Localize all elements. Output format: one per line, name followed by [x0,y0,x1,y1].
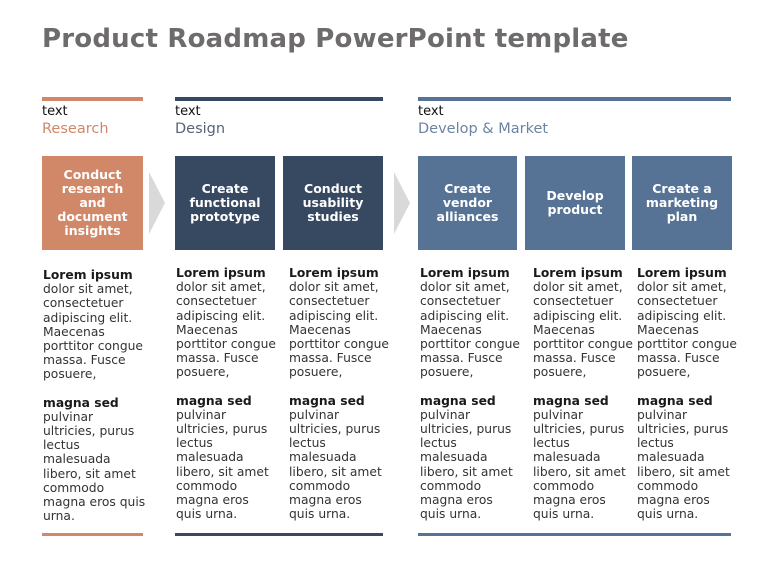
description-heading: magna sed [420,393,496,408]
research-small-label: text [42,104,68,119]
develop-bottom-bar [418,533,731,536]
description-body: pulvinar ultricies, purus lectus malesua… [533,407,626,522]
description-heading: Lorem ipsum [637,266,727,280]
slide-title: Product Roadmap PowerPoint template [42,24,629,54]
description-heading: magna sed [533,393,609,408]
design-phase-name: Design [175,121,226,137]
step-description-vendor: Lorem ipsum dolor sit amet, consectetuer… [420,266,520,521]
develop-small-label: text [418,104,444,119]
step-description-marketing: Lorem ipsum dolor sit amet, consectetuer… [637,266,737,521]
description-body: dolor sit amet, consectetuer adipiscing … [176,280,276,380]
step-box-research: Conduct research and document insights [42,156,143,250]
research-bottom-bar [42,533,143,536]
description-body: dolor sit amet, consectetuer adipiscing … [637,280,737,380]
design-small-label: text [175,104,201,119]
description-heading: magna sed [637,393,713,408]
design-top-bar [175,97,383,101]
description-heading: Lorem ipsum [289,266,379,280]
description-heading: Lorem ipsum [43,268,133,282]
step-description-prototype: Lorem ipsum dolor sit amet, consectetuer… [176,266,276,521]
step-box-marketing: Create a marketing plan [632,156,732,250]
step-description-research: Lorem ipsum dolor sit amet, consectetuer… [43,268,147,523]
develop-phase-name: Develop & Market [418,121,549,137]
description-body: dolor sit amet, consectetuer adipiscing … [43,282,143,382]
design-bottom-bar [175,533,383,536]
description-body: pulvinar ultricies, purus lectus malesua… [637,407,730,522]
description-body: dolor sit amet, consectetuer adipiscing … [289,280,389,380]
description-body: dolor sit amet, consectetuer adipiscing … [533,280,633,380]
description-body: dolor sit amet, consectetuer adipiscing … [420,280,520,380]
develop-top-bar [418,97,731,101]
step-box-prototype: Create functional prototype [175,156,275,250]
step-box-develop: Develop product [525,156,625,250]
description-body: pulvinar ultricies, purus lectus malesua… [43,409,146,524]
description-heading: Lorem ipsum [420,266,510,280]
description-heading: magna sed [43,395,119,410]
research-top-bar [42,97,143,101]
description-heading: Lorem ipsum [533,266,623,280]
description-heading: magna sed [176,393,252,408]
chevron-right-icon [149,172,165,234]
description-heading: magna sed [289,393,365,408]
description-body: pulvinar ultricies, purus lectus malesua… [289,407,382,522]
step-description-usability: Lorem ipsum dolor sit amet, consectetuer… [289,266,389,521]
step-box-vendor: Create vendor alliances [418,156,517,250]
step-box-usability: Conduct usability studies [283,156,383,250]
step-description-develop: Lorem ipsum dolor sit amet, consectetuer… [533,266,633,521]
research-phase-name: Research [42,121,109,137]
chevron-right-icon [394,172,410,234]
description-heading: Lorem ipsum [176,266,266,280]
description-body: pulvinar ultricies, purus lectus malesua… [176,407,269,522]
description-body: pulvinar ultricies, purus lectus malesua… [420,407,513,522]
